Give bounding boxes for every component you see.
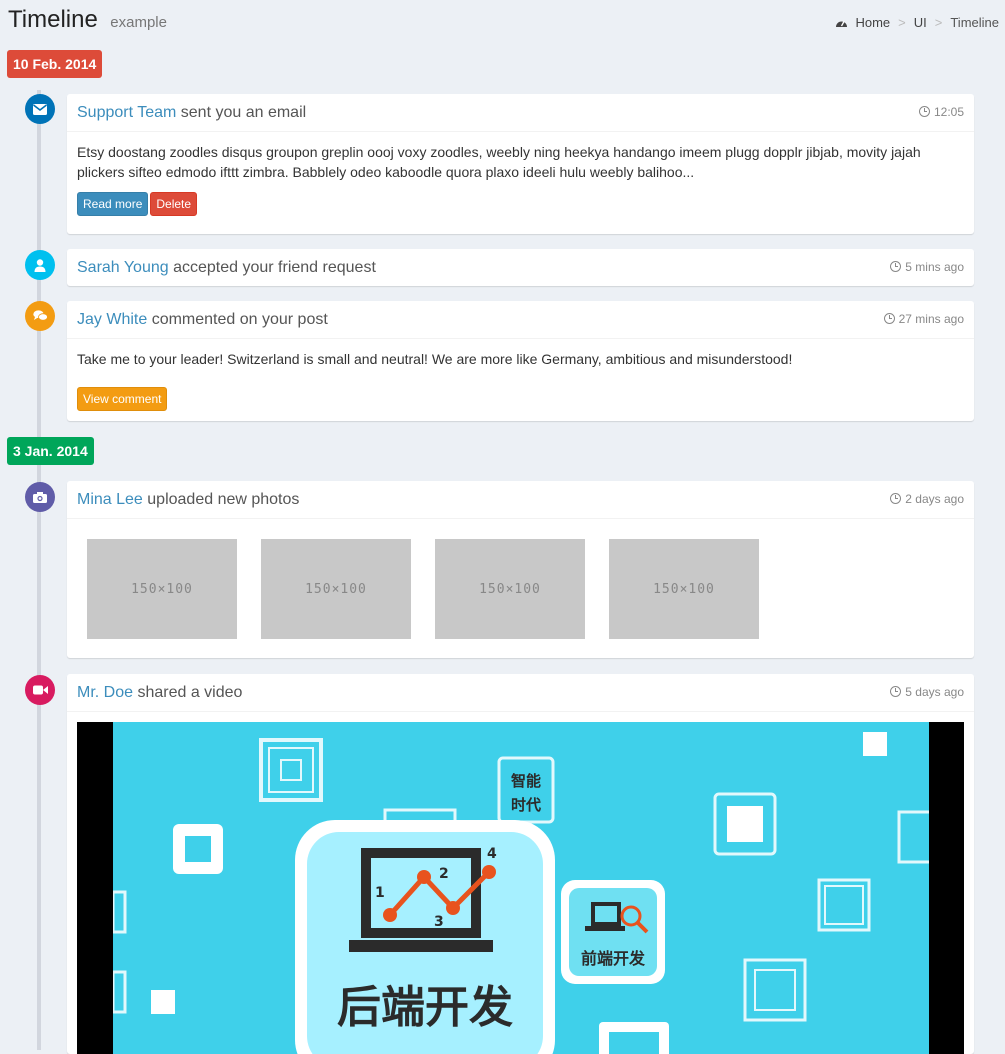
timeline-item-header: Sarah Young accepted your friend request…: [67, 249, 974, 286]
timeline-item-comment: Jay White commented on your post 27 mins…: [67, 301, 974, 421]
timeline-item-photos: Mina Lee uploaded new photos 2 days ago …: [67, 481, 974, 658]
page-subtitle: example: [110, 14, 167, 31]
timestamp-text: 12:05: [933, 105, 964, 119]
breadcrumb-separator: >: [934, 15, 943, 30]
timeline-line: [37, 90, 41, 1050]
item-action-text: shared a video: [133, 684, 243, 701]
timeline-date-label: 3 Jan. 2014: [7, 437, 94, 465]
user-link[interactable]: Jay White: [77, 311, 147, 328]
breadcrumb-separator: >: [898, 15, 906, 30]
photo-gallery: 150×100 150×100 150×100 150×100: [67, 519, 974, 658]
clock-icon: [883, 313, 895, 324]
item-action-text: accepted your friend request: [168, 259, 376, 276]
chart-point-label: 4: [487, 846, 497, 862]
timeline-item-header: Support Team sent you an email 12:05: [67, 94, 974, 132]
timeline-item-video: Mr. Doe shared a video 5 days ago 1 2 3 …: [67, 674, 974, 1054]
timeline-item-friend-request: Sarah Young accepted your friend request…: [67, 249, 974, 286]
view-comment-button[interactable]: View comment: [77, 387, 168, 411]
clock-icon: [890, 261, 902, 272]
timestamp: 5 mins ago: [890, 249, 964, 286]
video-thumbnail-graphic: 1 2 3 4 后端开发 前端开发 智能 时代: [111, 732, 941, 1054]
timeline-item-header: Jay White commented on your post 27 mins…: [67, 301, 974, 339]
timeline-item-footer: View comment: [67, 387, 974, 421]
timeline-item-header: Mina Lee uploaded new photos 2 days ago: [67, 481, 974, 519]
video-tag-caption: 智能: [511, 772, 541, 790]
video-side-caption: 前端开发: [581, 949, 646, 968]
user-icon: [25, 250, 55, 280]
timestamp: 5 days ago: [890, 674, 964, 711]
video-main-caption: 后端开发: [337, 982, 513, 1033]
breadcrumb-ui[interactable]: UI: [914, 15, 927, 30]
timeline-date-label: 10 Feb. 2014: [7, 50, 103, 78]
video-frame: 1 2 3 4 后端开发 前端开发 智能 时代: [111, 722, 941, 1054]
video-camera-icon: [25, 675, 55, 705]
photo-thumbnail[interactable]: 150×100: [261, 539, 411, 639]
timestamp: 12:05: [918, 94, 964, 131]
video-player[interactable]: 1 2 3 4 后端开发 前端开发 智能 时代: [77, 722, 964, 1054]
timestamp-text: 5 mins ago: [905, 260, 964, 274]
read-more-button[interactable]: Read more: [77, 192, 149, 216]
page-title: Timeline: [8, 6, 98, 33]
timeline-item-body: Take me to your leader! Switzerland is s…: [77, 351, 793, 367]
user-link[interactable]: Mina Lee: [77, 491, 143, 508]
envelope-icon: [25, 94, 55, 124]
user-link[interactable]: Mr. Doe: [77, 684, 133, 701]
user-link[interactable]: Sarah Young: [77, 259, 169, 276]
chart-point-label: 1: [375, 885, 385, 901]
chart-point-label: 3: [434, 914, 444, 930]
photo-thumbnail[interactable]: 150×100: [609, 539, 759, 639]
timeline-item-body: Etsy doostang zoodles disqus groupon gre…: [77, 144, 921, 180]
item-action-text: uploaded new photos: [142, 491, 300, 508]
clock-icon: [918, 106, 930, 117]
photo-thumbnail[interactable]: 150×100: [87, 539, 237, 639]
timestamp: 27 mins ago: [883, 301, 964, 338]
chart-point-label: 2: [439, 866, 449, 882]
breadcrumb-current: Timeline: [950, 15, 999, 30]
timestamp-text: 5 days ago: [905, 685, 964, 699]
camera-icon: [25, 482, 55, 512]
delete-button[interactable]: Delete: [150, 192, 198, 216]
timestamp-text: 2 days ago: [905, 492, 964, 506]
video-tag-caption: 时代: [511, 796, 541, 814]
timeline-item-header: Mr. Doe shared a video 5 days ago: [67, 674, 974, 712]
breadcrumb: Home > UI > Timeline: [835, 15, 999, 30]
breadcrumb-home[interactable]: Home: [855, 15, 890, 30]
item-action-text: sent you an email: [176, 104, 307, 121]
page-header: Timeline example Home > UI > Timeline: [8, 6, 999, 36]
dashboard-icon: [836, 21, 848, 27]
timeline-item-footer: Read more Delete: [67, 192, 974, 226]
item-action-text: commented on your post: [147, 311, 328, 328]
timestamp-text: 27 mins ago: [898, 312, 964, 326]
clock-icon: [890, 493, 902, 504]
clock-icon: [890, 686, 902, 697]
photo-thumbnail[interactable]: 150×100: [435, 539, 585, 639]
user-link[interactable]: Support Team: [77, 104, 176, 121]
timestamp: 2 days ago: [890, 481, 964, 518]
comments-icon: [25, 301, 55, 331]
timeline-item-email: Support Team sent you an email 12:05 Ets…: [67, 94, 974, 234]
